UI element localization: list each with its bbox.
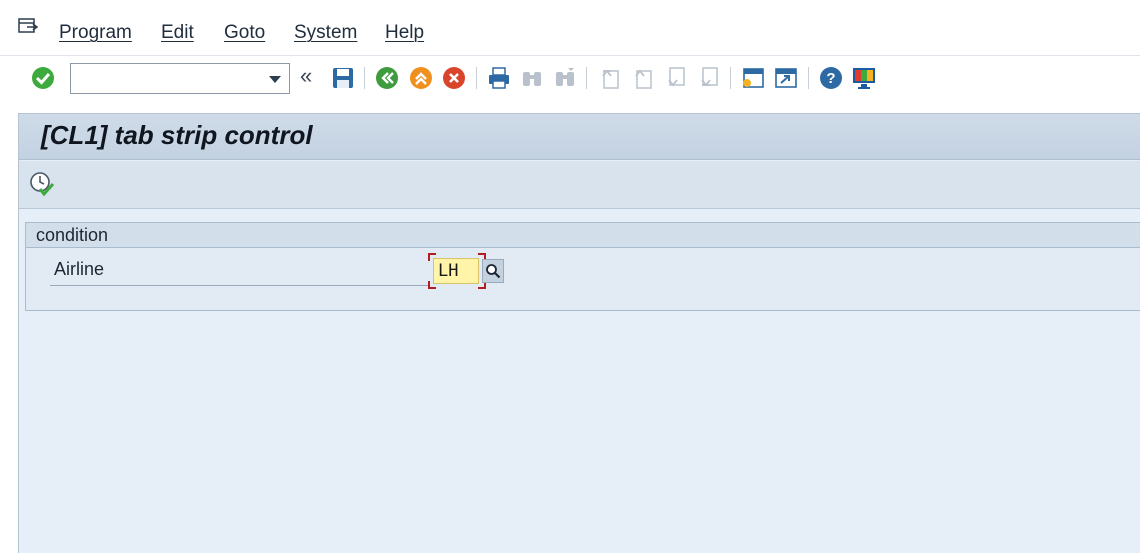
svg-text:?: ? <box>826 70 835 87</box>
menu-bar: Program Edit Goto System Help <box>0 0 1140 56</box>
toolbar-separator <box>586 67 587 89</box>
toolbar-separator <box>808 67 809 89</box>
application-toolbar <box>19 161 1140 209</box>
command-field[interactable] <box>70 63 290 94</box>
airline-label: Airline <box>54 259 105 279</box>
toolbar-separator <box>364 67 365 89</box>
main-screen: [CL1] tab strip control condition Airlin… <box>18 113 1140 553</box>
execute-icon[interactable] <box>29 171 55 197</box>
menu-edit[interactable]: Edit <box>161 22 194 44</box>
frame-title: condition <box>36 225 109 245</box>
menu-help[interactable]: Help <box>385 22 424 44</box>
help-icon[interactable]: ? <box>818 65 844 91</box>
search-icon <box>486 264 501 279</box>
value-help-button[interactable] <box>482 259 504 283</box>
frame-header: condition <box>26 223 1140 248</box>
toolbar-separator <box>730 67 731 89</box>
cancel-icon[interactable] <box>441 65 467 91</box>
find-icon <box>519 65 545 91</box>
exit-icon[interactable] <box>408 65 434 91</box>
standard-toolbar: « ? <box>0 57 1140 101</box>
last-page-icon <box>696 65 722 91</box>
menu-icon[interactable] <box>18 18 40 36</box>
chevron-down-icon[interactable] <box>269 76 281 83</box>
save-icon[interactable] <box>330 65 356 91</box>
toolbar-separator <box>476 67 477 89</box>
find-next-icon <box>552 65 578 91</box>
create-session-icon[interactable] <box>740 65 766 91</box>
enter-icon[interactable] <box>30 65 56 91</box>
collapse-icon[interactable]: « <box>300 65 312 87</box>
menu-goto[interactable]: Goto <box>224 22 265 44</box>
condition-frame: condition Airline <box>25 222 1140 311</box>
airline-field-focus <box>428 253 486 289</box>
command-input[interactable] <box>71 64 261 93</box>
print-icon[interactable] <box>486 65 512 91</box>
layout-icon[interactable] <box>851 65 877 91</box>
previous-page-icon <box>630 65 656 91</box>
shortcut-icon[interactable] <box>773 65 799 91</box>
airline-input[interactable] <box>433 258 479 284</box>
label-underline <box>50 285 428 286</box>
next-page-icon <box>663 65 689 91</box>
first-page-icon <box>597 65 623 91</box>
title-bar: [CL1] tab strip control <box>19 114 1140 160</box>
back-icon[interactable] <box>374 65 400 91</box>
menu-program[interactable]: Program <box>59 22 132 44</box>
menu-system[interactable]: System <box>294 22 357 44</box>
page-title: [CL1] tab strip control <box>41 120 313 150</box>
